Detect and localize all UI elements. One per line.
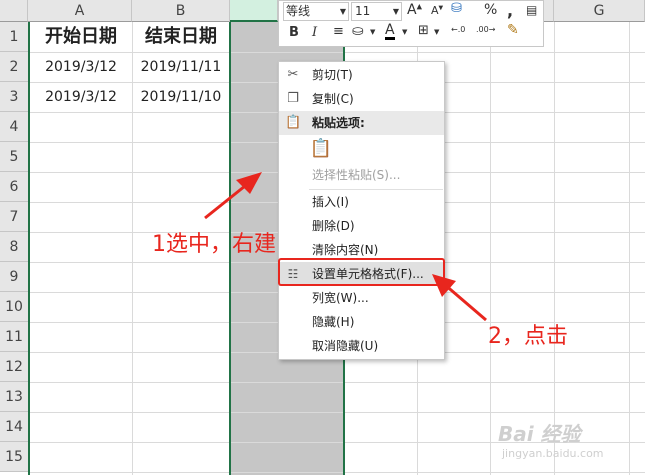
arrow-to-format-cells-icon xyxy=(432,274,487,322)
arrow-to-column-icon xyxy=(204,172,262,220)
watermark-url: jingyan.baidu.com xyxy=(502,447,604,460)
annotation-arrows xyxy=(204,172,487,322)
baidu-watermark: Bai 经验 jingyan.baidu.com xyxy=(498,418,638,470)
watermark-brand: Bai 经验 xyxy=(498,422,581,446)
annotation-step2: 2，点击 xyxy=(488,324,568,349)
annotation-step1: 1选中，右建 xyxy=(152,232,276,257)
